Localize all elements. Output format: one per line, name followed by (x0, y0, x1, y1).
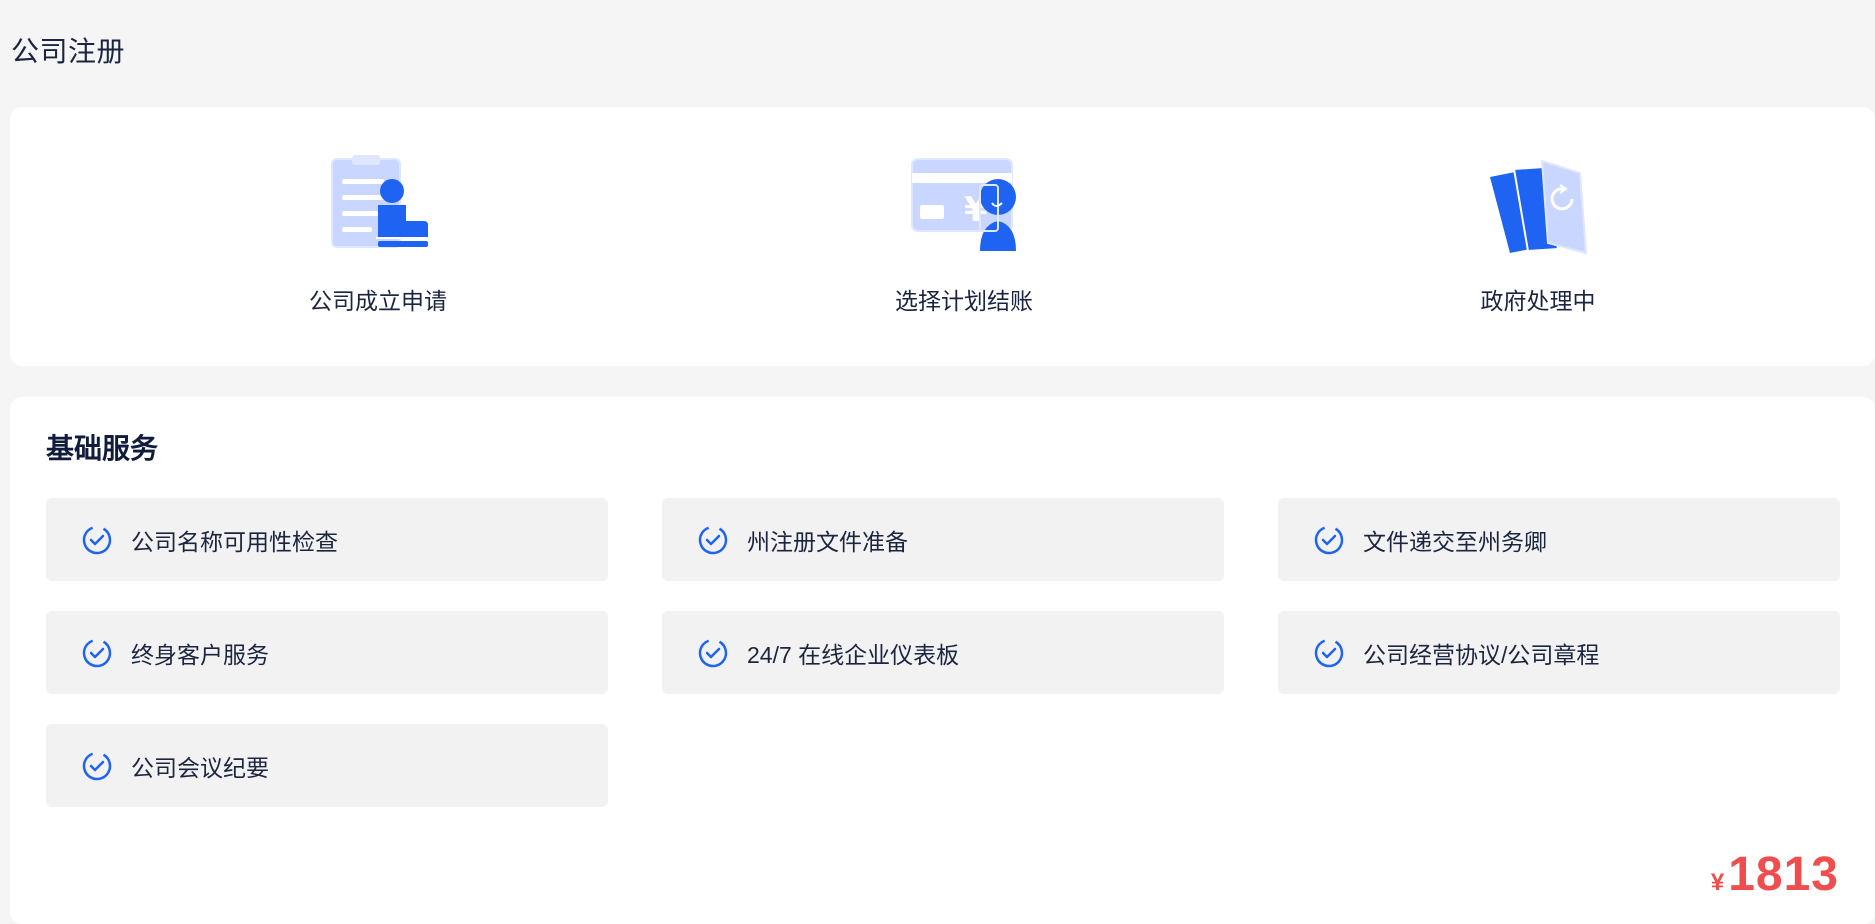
check-circle-icon (1314, 525, 1344, 554)
check-circle-icon (698, 638, 728, 667)
service-label: 公司会议纪要 (131, 754, 269, 781)
check-circle-icon (82, 751, 112, 780)
page-title: 公司注册 (11, 36, 126, 67)
service-item-name-check: 公司名称可用性检查 (46, 498, 608, 581)
basic-services-card: 基础服务 公司名称可用性检查 州注册文件准备 文件递交至州务卿 终身客户服务 2… (10, 397, 1875, 924)
price-currency: ¥ (1710, 869, 1725, 896)
documents-processing-icon (1468, 155, 1608, 255)
service-label: 24/7 在线企业仪表板 (747, 641, 960, 668)
check-circle-icon (82, 525, 112, 554)
price-display: ¥ 1813 (1711, 847, 1839, 902)
service-label: 公司经营协议/公司章程 (1363, 641, 1600, 668)
check-circle-icon (1314, 638, 1344, 667)
step-company-application: 公司成立申请 (228, 155, 528, 316)
service-label: 终身客户服务 (131, 641, 269, 668)
service-item-document-submission: 文件递交至州务卿 (1278, 498, 1840, 581)
section-title: 基础服务 (46, 433, 159, 464)
check-circle-icon (698, 525, 728, 554)
service-item-meeting-minutes: 公司会议纪要 (46, 724, 608, 807)
process-steps-card: 公司成立申请 ¥ 选择计划结账 政府处理中 (10, 107, 1875, 366)
step-label: 政府处理中 (1480, 288, 1596, 314)
service-label: 公司名称可用性检查 (131, 528, 338, 555)
service-item-operating-agreement: 公司经营协议/公司章程 (1278, 611, 1840, 694)
step-government-processing: 政府处理中 (1388, 155, 1688, 316)
service-label: 文件递交至州务卿 (1363, 528, 1547, 555)
price-amount: 1813 (1728, 848, 1839, 901)
check-circle-icon (82, 638, 112, 667)
step-label: 选择计划结账 (895, 288, 1033, 314)
service-item-online-dashboard: 24/7 在线企业仪表板 (662, 611, 1224, 694)
step-label: 公司成立申请 (309, 288, 447, 314)
service-item-state-filing-prep: 州注册文件准备 (662, 498, 1224, 581)
payment-card-icon: ¥ (894, 155, 1034, 255)
service-item-lifetime-support: 终身客户服务 (46, 611, 608, 694)
application-form-icon (308, 155, 448, 255)
step-choose-plan-checkout: ¥ 选择计划结账 (814, 155, 1114, 316)
service-label: 州注册文件准备 (747, 528, 908, 555)
